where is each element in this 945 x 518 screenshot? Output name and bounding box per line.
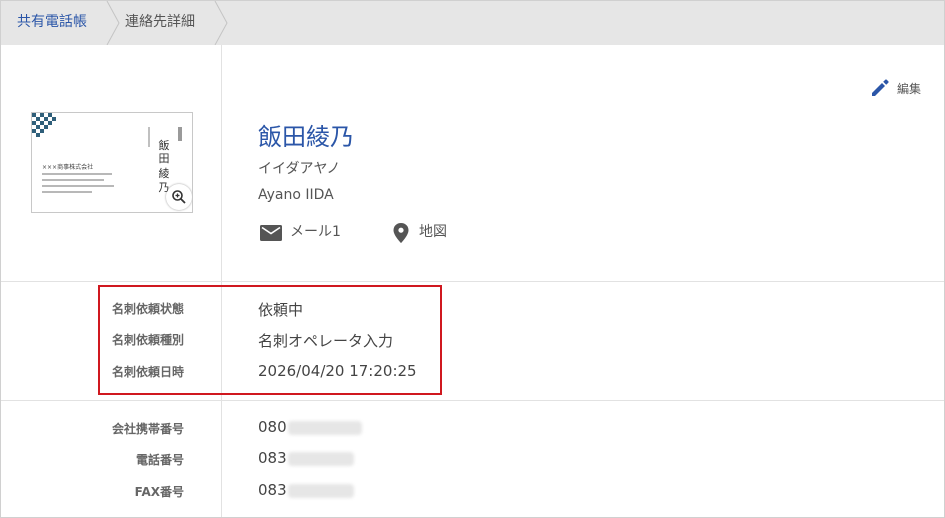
phone-prefix: 083 xyxy=(258,481,287,499)
breadcrumb: 共有電話帳 連絡先詳細 xyxy=(1,1,944,45)
card-vertical-text xyxy=(148,127,150,147)
card-name-line1: 飯田 xyxy=(158,139,170,165)
field-value-request-date: 2026/04/20 17:20:25 xyxy=(258,362,417,380)
field-label-fax: FAX番号 xyxy=(134,485,184,499)
edit-button-label: 編集 xyxy=(897,82,922,96)
field-value-request-type: 名刺オペレータ入力 xyxy=(258,332,394,350)
section-divider xyxy=(1,400,944,401)
contact-kana: イイダアヤノ xyxy=(258,161,341,177)
redacted-number xyxy=(287,483,354,498)
redacted-number xyxy=(287,451,354,466)
field-label-tel: 電話番号 xyxy=(135,453,184,467)
card-company: ×××商事株式会社 xyxy=(42,164,94,171)
field-value-fax[interactable]: 083 xyxy=(258,481,354,499)
field-label-company-mobile: 会社携帯番号 xyxy=(111,422,184,436)
map-pin-icon xyxy=(393,223,409,243)
pencil-icon xyxy=(872,79,889,96)
zoom-in-button[interactable] xyxy=(166,184,192,210)
contact-roman-name: Ayano IIDA xyxy=(258,187,334,203)
contact-detail-page: 共有電話帳 連絡先詳細 飯田 綾乃 ×××商事株式会社 飯田綾乃 イイダアヤノ … xyxy=(0,0,945,518)
business-card-thumbnail[interactable]: 飯田 綾乃 ×××商事株式会社 xyxy=(31,112,193,213)
field-label-request-status: 名刺依頼状態 xyxy=(111,302,184,316)
section-divider xyxy=(1,281,944,282)
field-label-request-date: 名刺依頼日時 xyxy=(111,365,184,379)
zoom-in-icon xyxy=(172,190,186,204)
phone-prefix: 083 xyxy=(258,449,287,467)
card-job-title xyxy=(178,127,182,141)
breadcrumb-item-contact-detail: 連絡先詳細 xyxy=(125,14,195,30)
field-value-tel[interactable]: 083 xyxy=(258,449,354,467)
field-label-request-type: 名刺依頼種別 xyxy=(111,333,184,347)
breadcrumb-item-shared-phonebook[interactable]: 共有電話帳 xyxy=(17,1,87,45)
mail-icon xyxy=(260,225,282,241)
checker-pattern-logo xyxy=(32,113,56,137)
card-address-lines xyxy=(42,173,122,197)
field-value-request-status: 依頼中 xyxy=(258,301,304,319)
redacted-number xyxy=(287,420,362,435)
field-value-company-mobile[interactable]: 080 xyxy=(258,418,362,436)
mail-link-label: メール1 xyxy=(290,224,341,240)
phone-prefix: 080 xyxy=(258,418,287,436)
map-link-label: 地図 xyxy=(419,224,447,240)
chevron-right-icon xyxy=(214,1,228,45)
contact-name: 飯田綾乃 xyxy=(258,123,354,151)
chevron-right-icon xyxy=(106,1,120,45)
